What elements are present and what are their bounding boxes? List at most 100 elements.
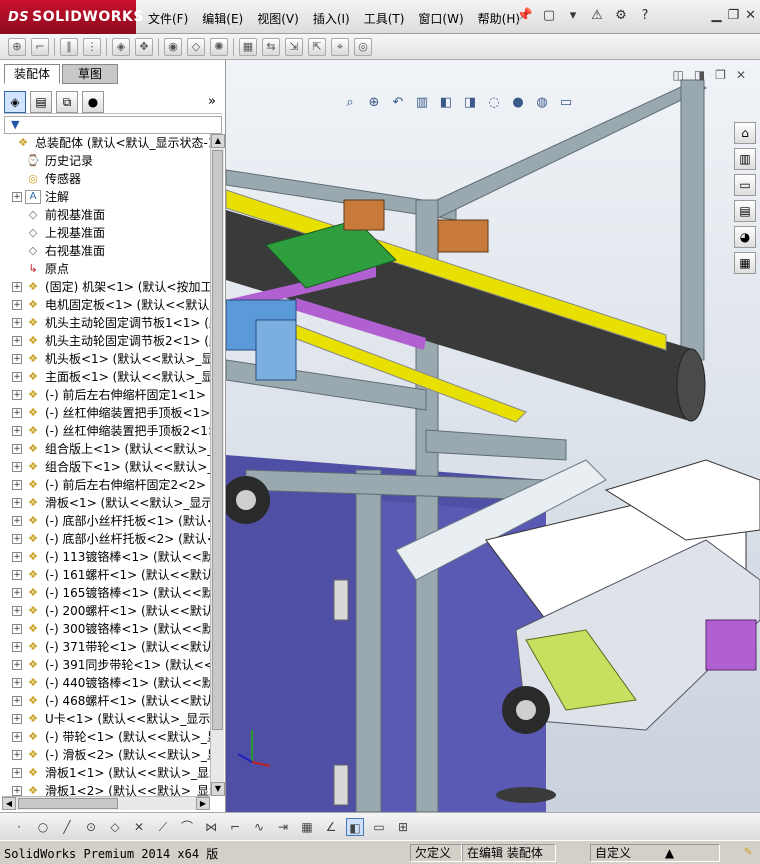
tree-item[interactable]: + ❖ 滑板1<2> (默认<<默认>_显示状 — [2, 782, 210, 796]
tree-item[interactable]: + A 注解 — [2, 188, 210, 206]
tree-item[interactable]: ❖ 总装配体 (默认<默认_显示状态-1 — [2, 134, 210, 152]
rebuild-icon[interactable]: ⚠ — [588, 7, 606, 25]
section-view-icon[interactable]: ▥ — [412, 94, 432, 112]
hscroll-thumb[interactable] — [18, 798, 118, 809]
tree-item[interactable]: + ❖ (-) 带轮<1> (默认<<默认>_显示 — [2, 728, 210, 746]
table-icon[interactable]: ⊞ — [394, 818, 412, 836]
view-settings-icon[interactable]: ▭ — [556, 94, 576, 112]
new-motion-study-icon[interactable]: ✺ — [210, 37, 228, 56]
spline-icon[interactable]: ∿ — [250, 818, 268, 836]
tree-item[interactable]: + ❖ (-) 底部小丝杆托板<1> (默认< — [2, 512, 210, 530]
tree-item[interactable]: + ❖ U卡<1> (默认<<默认>_显示状态 — [2, 710, 210, 728]
tree-item[interactable]: + ❖ (-) 前后左右伸缩杆固定2<2> ( — [2, 476, 210, 494]
custom-properties-icon[interactable]: ▦ — [734, 252, 756, 274]
menu-tools[interactable]: 工具(T) — [364, 10, 405, 27]
open-folder-icon[interactable]: ▾ — [564, 7, 582, 25]
tree-item[interactable]: + ❖ (-) 200螺杆<1> (默认<<默认>_ — [2, 602, 210, 620]
pin-icon[interactable]: 📌 — [516, 7, 534, 25]
menu-window[interactable]: 窗口(W) — [418, 10, 463, 27]
menu-view[interactable]: 视图(V) — [257, 10, 299, 27]
expand-icon[interactable]: + — [12, 552, 22, 562]
expand-panel-icon[interactable]: » — [208, 94, 216, 109]
tree-item[interactable]: + ❖ (-) 371带轮<1> (默认<<默认>_ — [2, 638, 210, 656]
clearance-verification-icon[interactable]: ⇱ — [308, 37, 326, 56]
scroll-thumb[interactable] — [212, 150, 223, 730]
tree-item[interactable]: + ❖ 组合版下<1> (默认<<默认>_显示 — [2, 458, 210, 476]
circle-icon[interactable]: ○ — [34, 818, 52, 836]
tree-item[interactable]: + ❖ 机头主动轮固定调节板1<1> (默 — [2, 314, 210, 332]
expand-icon[interactable]: + — [12, 750, 22, 760]
expand-icon[interactable]: + — [12, 444, 22, 454]
tree-item[interactable]: + ❖ (-) 300镀铬棒<1> (默认<<默认 — [2, 620, 210, 638]
expand-icon[interactable]: + — [12, 300, 22, 310]
hide-show-items-icon[interactable]: ◌ — [484, 94, 504, 112]
tree-item[interactable]: + ❖ (-) 前后左右伸缩杆固定1<1> ( — [2, 386, 210, 404]
split-vertical-icon[interactable]: ◨ — [694, 68, 705, 82]
expand-icon[interactable]: + — [12, 732, 22, 742]
expand-icon[interactable]: + — [12, 588, 22, 598]
design-library-icon[interactable]: ▥ — [734, 148, 756, 170]
expand-icon[interactable]: + — [12, 336, 22, 346]
tree-item[interactable]: + ❖ (-) 161螺杆<1> (默认<<默认>_ — [2, 566, 210, 584]
expand-icon[interactable]: + — [12, 318, 22, 328]
expand-icon[interactable]: + — [12, 570, 22, 580]
scroll-up-icon[interactable]: ▲ — [211, 134, 225, 148]
tree-item[interactable]: + ❖ (-) 丝杠伸缩装置把手顶板<1> — [2, 404, 210, 422]
expand-icon[interactable]: + — [12, 660, 22, 670]
expand-icon[interactable]: + — [12, 354, 22, 364]
instant3d-icon[interactable]: ⌖ — [331, 37, 349, 56]
mirror-icon[interactable]: ⋈ — [202, 818, 220, 836]
expand-icon[interactable]: + — [12, 786, 22, 796]
menu-insert[interactable]: 插入(I) — [313, 10, 350, 27]
extend-icon[interactable]: ⟋ — [154, 818, 172, 836]
new-document-icon[interactable]: ▢ — [540, 7, 558, 25]
tree-item[interactable]: + ❖ (-) 滑板<2> (默认<<默认>_显示 — [2, 746, 210, 764]
menu-help[interactable]: 帮助(H) — [478, 10, 520, 27]
angle-icon[interactable]: ∠ — [322, 818, 340, 836]
view-palette-icon[interactable]: ▤ — [734, 200, 756, 222]
insert-component-icon[interactable]: ⊕ — [8, 37, 26, 56]
linear-pattern-icon[interactable]: ⋮ — [83, 37, 101, 56]
feature-manager-icon[interactable]: ◈ — [4, 90, 26, 113]
expand-icon[interactable]: + — [12, 696, 22, 706]
tree-item[interactable]: + ❖ 电机固定板<1> (默认<<默认>_显 — [2, 296, 210, 314]
hidden-lines-icon[interactable]: ▭ — [370, 818, 388, 836]
tree-item[interactable]: ↳ 原点 — [2, 260, 210, 278]
tree-item[interactable]: ◇ 前视基准面 — [2, 206, 210, 224]
offset-icon[interactable]: ⌒ — [178, 818, 196, 836]
tab-assembly[interactable]: 装配体 — [4, 64, 60, 84]
scroll-down-icon[interactable]: ▼ — [211, 782, 225, 796]
menu-edit[interactable]: 编辑(E) — [202, 10, 243, 27]
split-horizontal-icon[interactable]: ◫ — [672, 68, 683, 82]
centerpoint-circle-icon[interactable]: ⊙ — [82, 818, 100, 836]
tree-item[interactable]: + ❖ (-) 391同步带轮<1> (默认<<默 — [2, 656, 210, 674]
tab-sketch[interactable]: 草图 — [62, 64, 118, 84]
solidworks-logo[interactable]: DS SOLIDWORKS — [0, 0, 143, 34]
tree-item[interactable]: + ❖ (固定) 机架<1> (默认<按加工> — [2, 278, 210, 296]
tree-horizontal-scrollbar[interactable]: ◀ ▶ — [2, 796, 210, 810]
expand-icon[interactable]: + — [12, 408, 22, 418]
zoom-to-fit-icon[interactable]: ⌕ — [340, 94, 360, 112]
minimize-icon[interactable]: ▁ — [711, 8, 721, 23]
expand-icon[interactable]: + — [12, 372, 22, 382]
polygon-icon[interactable]: ◇ — [106, 818, 124, 836]
scroll-left-icon[interactable]: ◀ — [2, 797, 16, 810]
zoom-to-area-icon[interactable]: ⊕ — [364, 94, 384, 112]
attach-icon[interactable]: ∥ — [60, 37, 78, 56]
expand-icon[interactable]: + — [12, 768, 22, 778]
restore-icon[interactable]: ❐ — [727, 8, 739, 23]
viewport-restore-icon[interactable]: ❐ — [715, 68, 726, 82]
reference-geometry-icon[interactable]: ◇ — [187, 37, 205, 56]
quick-tips-icon[interactable]: ✎ — [744, 844, 752, 859]
filter-field[interactable]: ▼ — [4, 116, 222, 134]
tree-item[interactable]: + ❖ (-) 468螺杆<1> (默认<<默认>_ — [2, 692, 210, 710]
expand-icon[interactable]: + — [12, 192, 22, 202]
file-explorer-icon[interactable]: ▭ — [734, 174, 756, 196]
tree-item[interactable]: + ❖ 机头主动轮固定调节板2<1> (默 — [2, 332, 210, 350]
tree-item[interactable]: + ❖ 主面板<1> (默认<<默认>_显示状 — [2, 368, 210, 386]
graphics-viewport[interactable]: ⌕ ⊕ ↶ ▥ ◧ ◨ ◌ ● ◍ ▭ ◫ ◨ ❐ ✕ ⌂ ▥ ▭ ▤ ◕ ▦ — [226, 60, 760, 812]
expand-icon[interactable]: + — [12, 462, 22, 472]
shaded-view-icon[interactable]: ◧ — [346, 817, 364, 836]
scroll-right-icon[interactable]: ▶ — [196, 797, 210, 810]
appearances-icon[interactable]: ◕ — [734, 226, 756, 248]
